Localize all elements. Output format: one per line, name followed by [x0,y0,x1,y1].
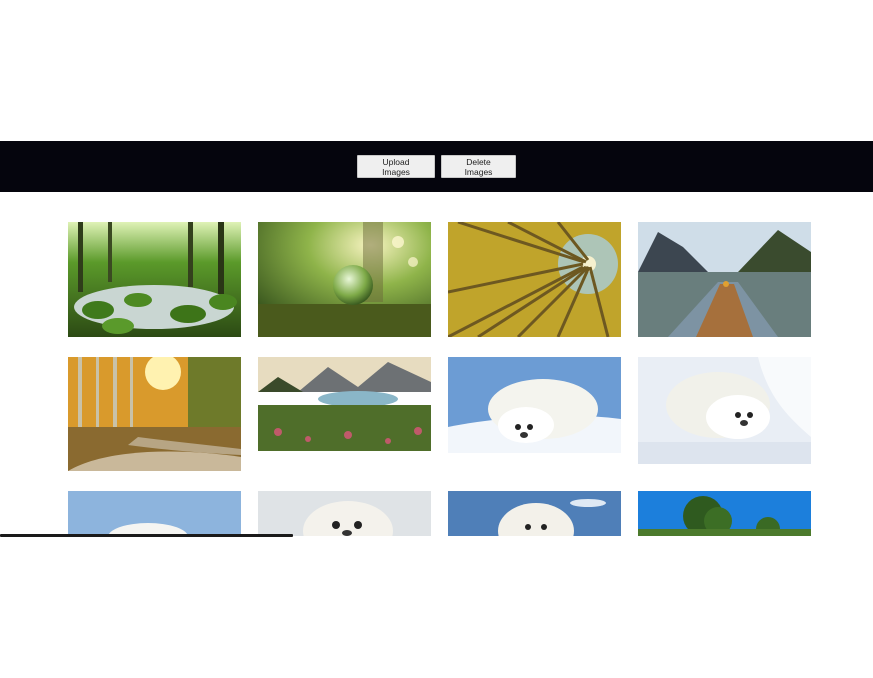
gallery-image-forest-stream[interactable] [68,222,241,337]
gallery-image-autumn-path[interactable] [68,357,241,471]
gallery-image-lake-pier[interactable] [638,222,811,337]
gallery-image-seal-snow[interactable] [448,357,621,453]
gallery-image-seal-sleeping[interactable] [638,357,811,464]
horizontal-scrollbar[interactable] [0,534,293,537]
gallery-image-seal-sky[interactable] [448,491,621,536]
image-gallery [0,192,873,536]
gallery-image-glass-orb[interactable] [258,222,431,337]
upload-images-button[interactable]: Upload Images [357,155,435,178]
gallery-image-seal-closeup[interactable] [258,491,431,536]
delete-images-button[interactable]: Delete Images [441,155,516,178]
gallery-image-alpine-lake[interactable] [258,357,431,451]
gallery-image-green-tree[interactable] [638,491,811,536]
gallery-image-seal-blue-1[interactable] [68,491,241,536]
gallery-image-tree-canopy[interactable] [448,222,621,337]
toolbar: Upload Images Delete Images [0,141,873,192]
